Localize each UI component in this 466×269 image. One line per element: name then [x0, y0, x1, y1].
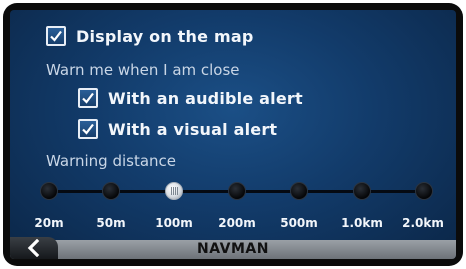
visual-alert-label: With a visual alert — [108, 119, 278, 139]
slider-stop-2km[interactable] — [415, 182, 433, 200]
distance-label: 100m — [155, 216, 193, 230]
slider-stop-1km[interactable] — [353, 182, 371, 200]
slider-stop-50m[interactable] — [102, 182, 120, 200]
slider-stop-500m[interactable] — [290, 182, 308, 200]
warn-heading: Warn me when I am close — [46, 61, 240, 79]
distance-label: 200m — [218, 216, 256, 230]
audible-alert-checkbox[interactable] — [78, 88, 98, 108]
distance-label: 2.0km — [402, 216, 444, 230]
distance-label: 1.0km — [341, 216, 383, 230]
display-on-map-label: Display on the map — [76, 26, 254, 46]
settings-screen: Display on the map Warn me when I am clo… — [10, 10, 456, 259]
brand-title: NAVMAN — [197, 241, 269, 257]
display-on-map-row[interactable]: Display on the map — [46, 26, 253, 46]
back-button[interactable] — [10, 237, 58, 259]
slider-stop-20m[interactable] — [40, 182, 58, 200]
checkmark-icon — [82, 92, 94, 104]
audible-alert-label: With an audible alert — [108, 88, 303, 108]
chevron-left-icon — [27, 239, 40, 257]
visual-alert-checkbox[interactable] — [78, 119, 98, 139]
distance-label: 500m — [280, 216, 318, 230]
slider-thumb-100m[interactable] — [165, 182, 183, 200]
audible-alert-row[interactable]: With an audible alert — [78, 88, 303, 108]
slider-stop-200m[interactable] — [228, 182, 246, 200]
distance-label: 20m — [34, 216, 64, 230]
distance-label: 50m — [96, 216, 126, 230]
device-frame: Display on the map Warn me when I am clo… — [3, 3, 463, 266]
bottom-bar: NAVMAN — [10, 240, 456, 259]
visual-alert-row[interactable]: With a visual alert — [78, 119, 277, 139]
checkmark-icon — [50, 30, 62, 42]
display-on-map-checkbox[interactable] — [46, 26, 66, 46]
warning-distance-heading: Warning distance — [46, 152, 176, 170]
checkmark-icon — [82, 123, 94, 135]
